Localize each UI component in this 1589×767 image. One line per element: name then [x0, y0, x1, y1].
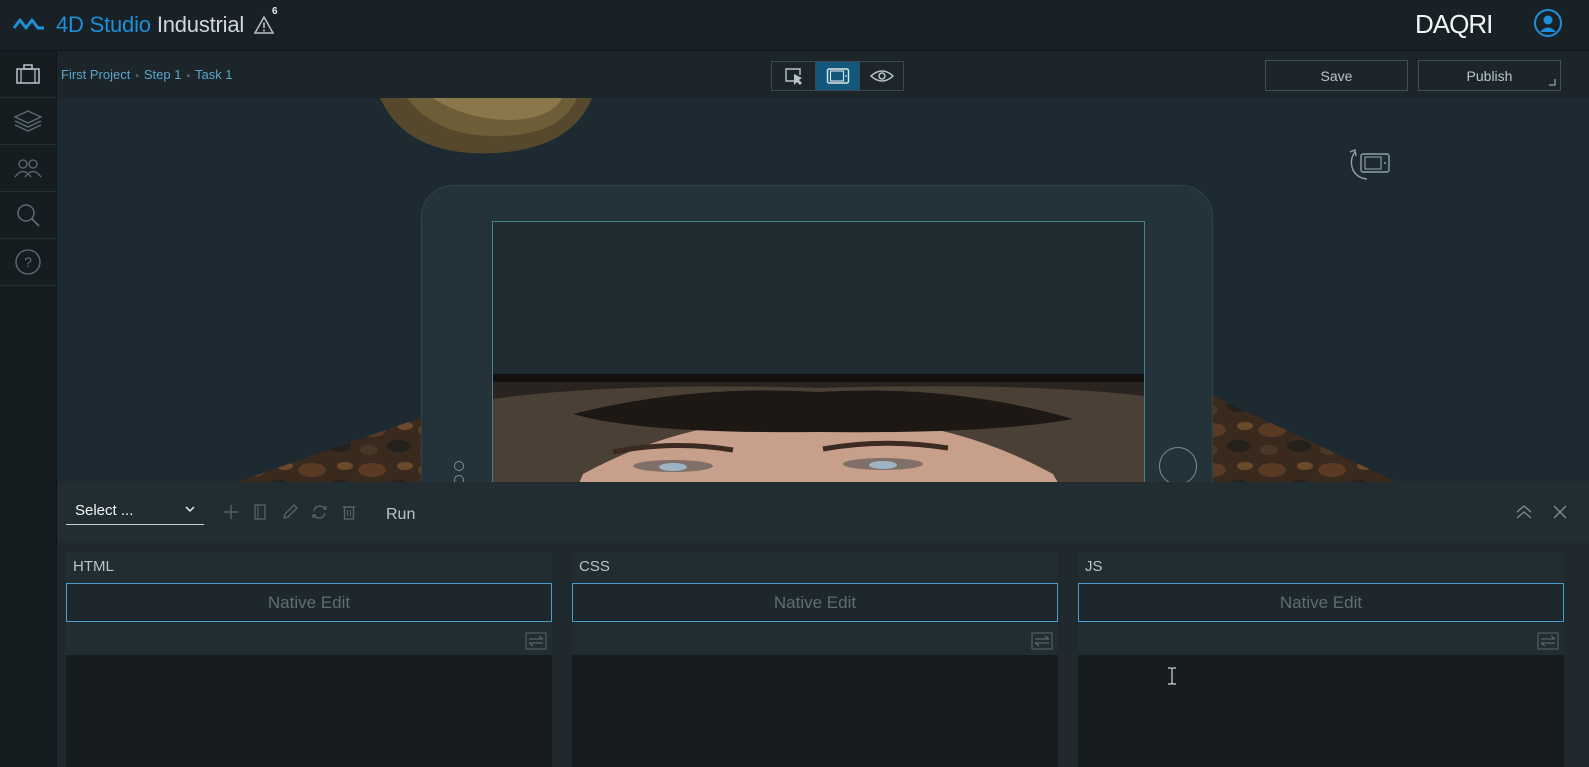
save-button[interactable]: Save	[1265, 60, 1408, 91]
breadcrumb-project[interactable]: First Project	[61, 67, 130, 82]
panel-title: CSS	[579, 558, 610, 575]
editor-toolbar: Select ... Run	[57, 482, 1589, 542]
native-edit-button[interactable]: Native Edit	[66, 583, 552, 622]
duplicate-icon[interactable]	[253, 504, 267, 520]
warning-icon[interactable]	[253, 15, 275, 35]
css-code-area[interactable]	[572, 655, 1058, 767]
tablet-device-frame	[421, 185, 1213, 482]
sidebar-item-users[interactable]	[0, 145, 56, 192]
layers-icon	[13, 110, 43, 132]
breadcrumb-separator: •	[186, 71, 190, 82]
add-icon[interactable]	[223, 504, 239, 520]
device-view-icon	[826, 68, 849, 84]
left-sidebar: ?	[0, 51, 57, 767]
publish-label: Publish	[1466, 67, 1513, 84]
users-icon	[14, 159, 42, 178]
app-product: Industrial	[156, 12, 245, 37]
rotate-device-icon[interactable]	[1347, 146, 1393, 182]
breadcrumb: First Project • Step 1 • Task 1	[61, 67, 233, 82]
breadcrumb-separator: •	[135, 71, 139, 82]
device-view-button[interactable]	[816, 62, 860, 90]
breadcrumb-task[interactable]: Task 1	[195, 67, 233, 82]
breadcrumb-step[interactable]: Step 1	[144, 67, 182, 82]
js-code-area[interactable]	[1078, 655, 1564, 767]
scene-viewport[interactable]	[57, 98, 1589, 482]
select-mode-button[interactable]	[772, 62, 816, 90]
help-icon: ?	[15, 249, 41, 275]
swap-arrows-icon[interactable]	[1537, 632, 1559, 650]
panel-title: JS	[1085, 558, 1103, 575]
swap-arrows-icon[interactable]	[525, 632, 547, 650]
close-icon[interactable]	[1552, 504, 1568, 520]
company-logo: DAQRI	[1415, 9, 1493, 39]
swap-arrows-icon[interactable]	[1031, 632, 1053, 650]
briefcase-icon	[16, 64, 40, 84]
script-select-value: Select ...	[75, 502, 134, 519]
svg-text:?: ?	[24, 254, 32, 270]
panel-title: HTML	[73, 558, 114, 575]
view-mode-switcher	[771, 61, 904, 91]
project-bar: First Project • Step 1 • Task 1 Save Publish	[57, 51, 1589, 98]
user-avatar-icon[interactable]	[1533, 8, 1563, 38]
refresh-icon[interactable]	[311, 504, 328, 520]
tablet-sensor-dot	[454, 461, 464, 471]
sidebar-item-layers[interactable]	[0, 98, 56, 145]
text-cursor-icon	[1168, 667, 1176, 685]
camera-feed-image	[493, 374, 1144, 482]
preview-button[interactable]	[860, 62, 903, 90]
html-code-area[interactable]	[66, 655, 552, 767]
script-select[interactable]: Select ...	[66, 502, 204, 525]
publish-button[interactable]: Publish	[1418, 60, 1561, 91]
daqri-logo-icon	[12, 18, 44, 30]
trash-icon[interactable]	[342, 504, 356, 520]
sidebar-item-projects[interactable]	[0, 51, 56, 98]
preview-eye-icon	[869, 70, 894, 82]
search-icon	[17, 204, 40, 227]
app-title: 4D Studio Industrial	[56, 12, 244, 38]
chevron-down-icon	[185, 506, 195, 513]
native-edit-button[interactable]: Native Edit	[572, 583, 1058, 622]
js-editor-panel: JS Native Edit	[1078, 552, 1564, 767]
tablet-sensor-dot	[454, 475, 464, 482]
html-editor-panel: HTML Native Edit	[66, 552, 552, 767]
native-edit-button[interactable]: Native Edit	[1078, 583, 1564, 622]
corner-resize-icon	[1549, 79, 1556, 86]
tablet-screen	[492, 221, 1145, 482]
select-mode-icon	[784, 68, 802, 85]
tablet-home-button	[1159, 447, 1197, 482]
edit-pencil-icon[interactable]	[282, 504, 298, 520]
collapse-chevrons-icon[interactable]	[1515, 504, 1533, 520]
app-brand: 4D Studio	[56, 12, 151, 37]
sidebar-item-help[interactable]: ?	[0, 239, 56, 286]
css-editor-panel: CSS Native Edit	[572, 552, 1058, 767]
alert-count-badge: 6	[272, 6, 278, 17]
top-bar: 4D Studio Industrial 6 DAQRI	[0, 0, 1589, 51]
run-button[interactable]: Run	[386, 506, 415, 524]
sidebar-item-search[interactable]	[0, 192, 56, 239]
code-editor-panel: Select ... Run HTML Native Edit CSS Nati…	[57, 482, 1589, 767]
